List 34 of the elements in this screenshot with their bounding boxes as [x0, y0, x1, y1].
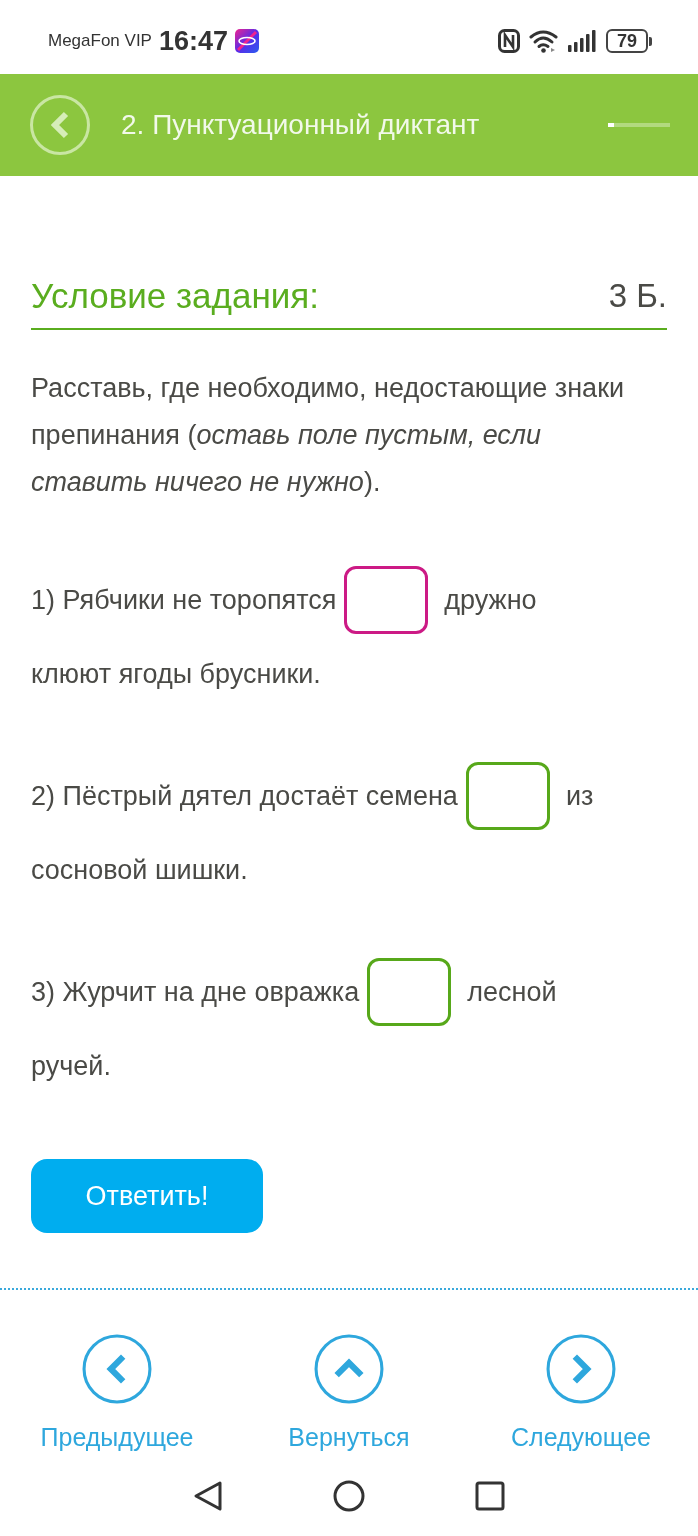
- sentence-text: сосновой шишки.: [31, 853, 248, 887]
- wifi-icon: [529, 29, 559, 53]
- section-heading: Условие задания:: [31, 277, 319, 317]
- sentence-text: 3) Журчит на дне овражка: [31, 975, 360, 1009]
- sentence-text: дружно: [444, 583, 537, 617]
- next-button[interactable]: Следующее: [486, 1334, 676, 1450]
- submit-button[interactable]: Ответить!: [31, 1159, 263, 1233]
- circle-chevron-right-icon: [546, 1334, 616, 1404]
- nfc-icon: [498, 29, 520, 53]
- answer-box[interactable]: [367, 958, 452, 1026]
- page-title: 2. Пунктуационный диктант: [121, 108, 480, 142]
- circle-chevron-left-icon: [82, 1334, 152, 1404]
- sentence-text: лесной: [467, 975, 557, 1009]
- points-label: 3 Б.: [608, 278, 667, 316]
- signal-icon: [568, 30, 596, 52]
- answer-box[interactable]: [465, 762, 550, 830]
- sentence-text: из: [565, 779, 594, 813]
- home-icon[interactable]: [333, 1480, 365, 1512]
- carrier-name: MegaFon VIP: [48, 30, 152, 53]
- chevron-left-icon: [51, 111, 69, 139]
- app-notification-icon: [235, 29, 259, 53]
- answer-box[interactable]: [344, 566, 429, 634]
- clock-time: 16:47: [158, 27, 228, 55]
- previous-button[interactable]: Предыдущее: [22, 1334, 212, 1450]
- sentence-text: 2) Пёстрый дятел достаёт семена: [31, 779, 458, 813]
- up-button[interactable]: Вернуться: [254, 1334, 444, 1450]
- sentence-text: клюют ягоды брусники.: [31, 657, 321, 691]
- circle-chevron-up-icon: [314, 1334, 384, 1404]
- task-instruction: Расставь, где необходимо, недостающие знаки препинания (оставь поле пустым, если ставить ничего не нужно).: [31, 372, 626, 499]
- sentence-text: 1) Рябчики не торопятся: [31, 583, 337, 617]
- battery-indicator: 79: [606, 29, 652, 53]
- back-icon[interactable]: [193, 1480, 223, 1512]
- sentence-text: ручей.: [31, 1049, 111, 1083]
- recents-icon[interactable]: [475, 1481, 505, 1511]
